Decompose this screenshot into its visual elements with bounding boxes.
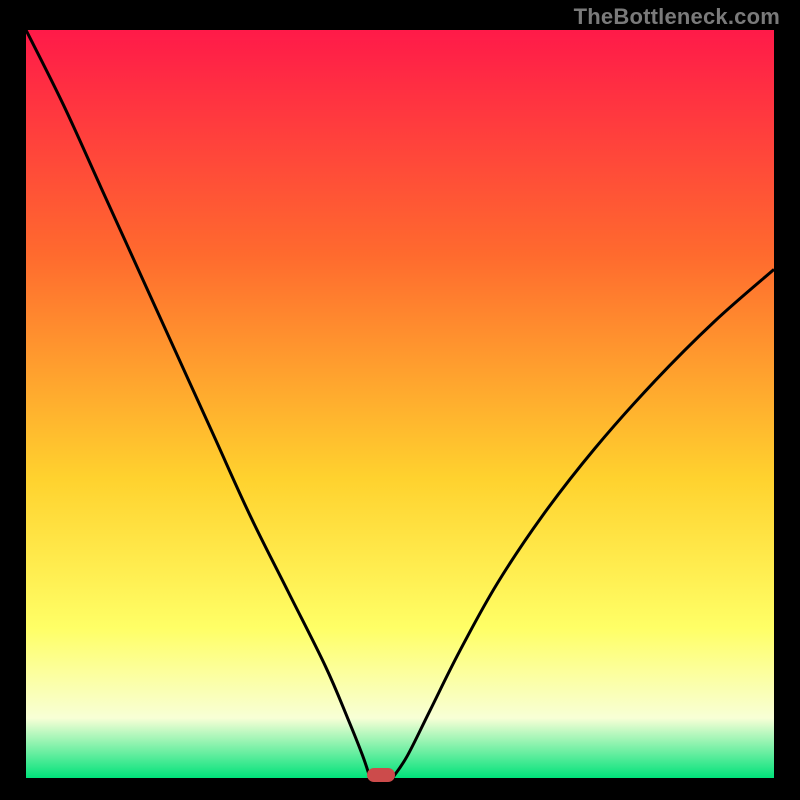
chart-svg: [26, 30, 774, 778]
optimal-marker: [367, 768, 395, 782]
gradient-background: [26, 30, 774, 778]
plot-area: [26, 30, 774, 778]
chart-frame: TheBottleneck.com: [0, 0, 800, 800]
attribution-text: TheBottleneck.com: [574, 4, 780, 30]
